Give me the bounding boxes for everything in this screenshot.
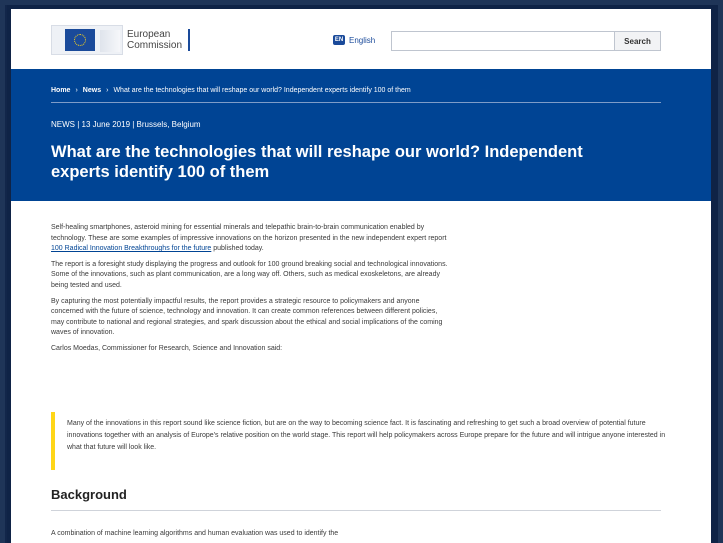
breadcrumb: Home › News › What are the technologies … bbox=[51, 87, 411, 94]
language-label: English bbox=[349, 35, 376, 45]
search-input[interactable] bbox=[391, 31, 615, 51]
breadcrumb-news[interactable]: News bbox=[83, 87, 101, 94]
background-paragraph: A combination of machine learning algori… bbox=[51, 530, 339, 537]
eu-flag-icon bbox=[51, 25, 123, 55]
report-link[interactable]: 100 Radical Innovation Breakthroughs for… bbox=[51, 245, 211, 252]
site-header: European Commission EN English Search bbox=[11, 9, 711, 69]
breadcrumb-separator: › bbox=[106, 87, 109, 94]
heading-divider bbox=[51, 510, 661, 511]
paragraph-3: By capturing the most potentially impact… bbox=[51, 297, 443, 337]
logo-divider bbox=[188, 29, 191, 51]
intro-text: Self-healing smartphones, asteroid minin… bbox=[51, 224, 447, 242]
quote-text: Many of the innovations in this report s… bbox=[67, 420, 666, 451]
paragraph-intro: Self-healing smartphones, asteroid minin… bbox=[51, 223, 451, 255]
logo-line-1: European bbox=[127, 29, 171, 40]
logo-line-2: Commission bbox=[127, 40, 183, 51]
article-body: Self-healing smartphones, asteroid minin… bbox=[51, 223, 451, 360]
search-button[interactable]: Search bbox=[614, 31, 661, 51]
breadcrumb-separator: › bbox=[75, 87, 78, 94]
language-icon: EN bbox=[333, 35, 345, 45]
web-page: European Commission EN English Search Ho… bbox=[11, 9, 711, 543]
intro-tail: published today. bbox=[211, 245, 264, 253]
language-selector[interactable]: EN English bbox=[333, 35, 375, 45]
page-banner: Home › News › What are the technologies … bbox=[11, 69, 711, 201]
background-heading: Background bbox=[51, 487, 127, 502]
commissioner-quote: Many of the innovations in this report s… bbox=[51, 412, 671, 470]
banner-divider bbox=[51, 102, 661, 103]
paragraph-2: The report is a foresight study displayi… bbox=[51, 260, 448, 289]
logo-text: European Commission bbox=[127, 29, 182, 51]
page-title: What are the technologies that will resh… bbox=[51, 143, 583, 181]
ec-logo[interactable]: European Commission bbox=[51, 23, 191, 57]
article-meta: NEWS | 13 June 2019 | Brussels, Belgium bbox=[51, 120, 201, 129]
breadcrumb-home[interactable]: Home bbox=[51, 87, 70, 94]
paragraph-4: Carlos Moedas, Commissioner for Research… bbox=[51, 344, 283, 352]
breadcrumb-current: What are the technologies that will resh… bbox=[113, 87, 411, 94]
